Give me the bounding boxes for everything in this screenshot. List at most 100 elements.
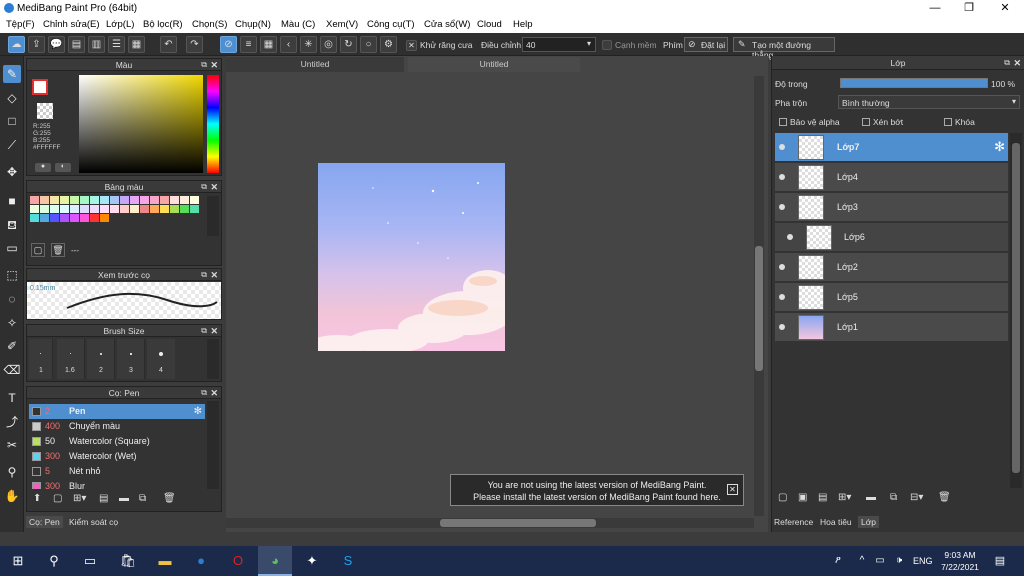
undo-button[interactable]: ↶ (160, 36, 177, 53)
page-icon[interactable]: ▥ (88, 36, 105, 53)
palette-swatch[interactable] (100, 214, 109, 222)
menu-color[interactable]: Màu (C) (281, 19, 315, 30)
brush-size-4[interactable]: 4 (147, 339, 175, 379)
trash-icon[interactable]: 🗑 (163, 493, 176, 504)
tab-brush-control[interactable]: Kiểm soát cọ (66, 516, 121, 528)
language-indicator[interactable]: ENG (913, 556, 933, 566)
palette-swatch[interactable] (140, 205, 149, 213)
search-icon[interactable]: ⚲ (44, 552, 64, 570)
palette-swatch[interactable] (80, 214, 89, 222)
operation-tool-icon[interactable]: ⤴ (3, 413, 21, 431)
palette-swatch[interactable] (50, 214, 59, 222)
layer-scrollbar[interactable] (1010, 133, 1022, 488)
store-icon[interactable]: 🛍 (118, 552, 138, 570)
palette-swatch[interactable] (150, 205, 159, 213)
trash-icon[interactable]: 🗑 (938, 492, 951, 503)
layer-row[interactable]: Lớp1 (775, 313, 1008, 342)
brush-item-blur[interactable]: 300 Blur (29, 479, 205, 489)
palette-swatch[interactable] (150, 196, 159, 204)
list-icon[interactable]: ☰ (108, 36, 125, 53)
curve-snap-icon[interactable]: ↻ (340, 36, 357, 53)
update-notice[interactable]: You are not using the latest version of … (450, 474, 744, 506)
duplicate-layer-icon[interactable]: ⧉ (890, 492, 897, 503)
divide-tool-icon[interactable]: ✂ (3, 436, 21, 454)
tab-navigator[interactable]: Hoa tiêu (820, 517, 852, 527)
select-tool-icon[interactable]: ⬚ (3, 266, 21, 284)
palette-swatch[interactable] (120, 196, 129, 204)
swap-color-icon[interactable]: ◐ (55, 163, 71, 172)
file-explorer-icon[interactable]: ▬ (155, 552, 175, 570)
close-icon[interactable]: ✕ (210, 325, 218, 337)
palette-swatch[interactable] (80, 196, 89, 204)
text-tool-icon[interactable]: T (3, 389, 21, 407)
menu-window[interactable]: Cửa sổ(W) (424, 19, 470, 30)
brush-size-1-6[interactable]: 1.6 (57, 339, 85, 379)
popout-icon[interactable]: ⧉ (201, 269, 207, 281)
palette-swatch[interactable] (60, 196, 69, 204)
menu-file[interactable]: Tệp(F) (6, 19, 35, 30)
brush-menu-icon[interactable]: ⊞▾ (73, 493, 86, 504)
redo-button[interactable]: ↷ (186, 36, 203, 53)
menu-layer[interactable]: Lớp(L) (106, 19, 134, 30)
menu-capture[interactable]: Chụp(N) (235, 19, 271, 30)
menu-cloud[interactable]: Cloud (477, 19, 502, 30)
reset-button[interactable]: ⊘ Đặt lại (684, 37, 728, 52)
palette-swatch[interactable] (160, 205, 169, 213)
palette-swatches[interactable] (29, 196, 201, 238)
clock[interactable]: 9:03 AM 7/22/2021 (940, 549, 980, 573)
close-icon[interactable]: ✕ (210, 181, 218, 193)
new-halftone-layer-icon[interactable]: ▣ (798, 492, 807, 503)
parallel-snap-icon[interactable]: ≡ (240, 36, 257, 53)
eye-icon[interactable] (779, 324, 785, 330)
fill-rect-tool-icon[interactable]: ■ (3, 192, 21, 210)
brush-size-scrollbar[interactable] (207, 339, 219, 379)
rectangle-tool-icon[interactable]: □ (3, 112, 21, 130)
brush-list-scrollbar[interactable] (207, 401, 219, 489)
gear-icon[interactable]: ✻ (994, 139, 1005, 155)
artwork-canvas[interactable] (318, 163, 505, 351)
palette-swatch[interactable] (110, 205, 119, 213)
palette-swatch[interactable] (80, 205, 89, 213)
antialias-checkbox[interactable]: ✕ (406, 40, 417, 51)
no-snap-icon[interactable]: ⊘ (220, 36, 237, 53)
palette-swatch[interactable] (30, 214, 39, 222)
vertical-scroll-thumb[interactable] (755, 246, 763, 371)
vanish-snap-icon[interactable]: ‹ (280, 36, 297, 53)
add-brush-icon[interactable]: ⬆ (33, 493, 41, 504)
new-palette-icon[interactable]: ▢ (31, 243, 45, 257)
tab-brush[interactable]: Cọ: Pen (26, 516, 63, 528)
line-tool-icon[interactable]: ⟋ (3, 136, 21, 154)
layer-scroll-thumb[interactable] (1012, 143, 1020, 473)
palette-swatch[interactable] (90, 196, 99, 204)
gradient-tool-icon[interactable]: ▭ (3, 239, 21, 257)
popout-icon[interactable]: ⧉ (201, 325, 207, 337)
palette-swatch[interactable] (90, 205, 99, 213)
palette-swatch[interactable] (180, 196, 189, 204)
tab-reference[interactable]: Reference (774, 517, 813, 527)
folder-icon[interactable]: ▬ (866, 492, 876, 503)
color-sv-picker[interactable] (79, 75, 203, 173)
palette-swatch[interactable] (50, 205, 59, 213)
move-tool-icon[interactable]: ✥ (3, 163, 21, 181)
adjust-select[interactable]: 40 ▾ (522, 37, 596, 52)
horizontal-scrollbar[interactable] (226, 518, 754, 528)
horizontal-scroll-thumb[interactable] (440, 519, 596, 527)
layer-row[interactable]: Lớp7 ✻ (775, 133, 1008, 162)
soft-edge-checkbox[interactable] (602, 40, 612, 50)
close-icon[interactable]: ✕ (210, 269, 218, 281)
vertical-scrollbar[interactable] (754, 76, 764, 516)
cross-snap-icon[interactable]: ▦ (260, 36, 277, 53)
eye-icon[interactable] (779, 204, 785, 210)
tab-untitled-2[interactable]: Untitled (408, 57, 580, 72)
brush-item-gradient[interactable]: 400 Chuyển màu (29, 419, 205, 434)
palette-swatch[interactable] (110, 196, 119, 204)
palette-swatch[interactable] (170, 205, 179, 213)
eyedropper-icon[interactable]: ⚲ (3, 463, 21, 481)
palette-swatch[interactable] (100, 205, 109, 213)
eyedrop-mini-icon[interactable]: ● (35, 163, 51, 172)
bucket-tool-icon[interactable]: ⛾ (3, 216, 21, 234)
trash-icon[interactable]: 🗑 (51, 243, 65, 257)
primary-color-swatch[interactable] (32, 79, 48, 95)
eye-icon[interactable] (779, 144, 785, 150)
note-icon[interactable]: ▤ (68, 36, 85, 53)
